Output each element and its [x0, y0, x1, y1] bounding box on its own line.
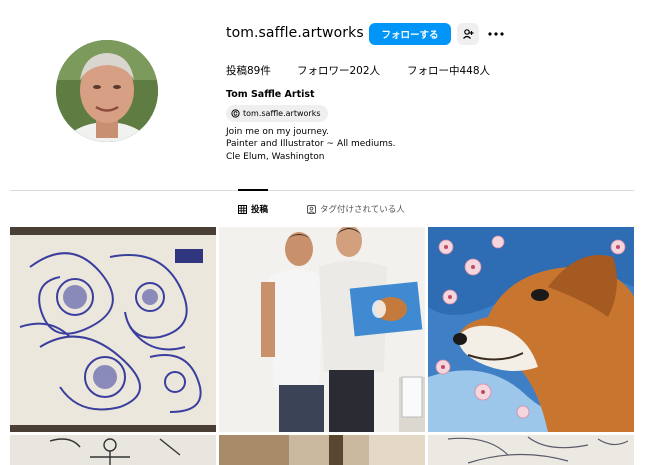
- more-options-button[interactable]: [486, 26, 506, 42]
- tab-posts-label: 投稿: [251, 205, 269, 215]
- bio-line: Join me on my journey.: [226, 127, 329, 137]
- post-pencil-sketch[interactable]: [428, 435, 634, 465]
- followers-link[interactable]: フォロワー202人: [297, 63, 407, 78]
- following-link[interactable]: フォロー中448人: [407, 63, 490, 78]
- post-photo-two-men[interactable]: [219, 227, 425, 432]
- grid-icon: [238, 204, 247, 214]
- follow-button[interactable]: フォローする: [369, 23, 451, 45]
- bio-line: Cle Elum, Washington: [226, 151, 325, 162]
- profile-stats: 投稿89件 フォロワー202人 フォロー中448人: [226, 63, 490, 78]
- profile-full-name: Tom Saffle Artist: [226, 89, 315, 100]
- suggested-accounts-button[interactable]: [457, 23, 479, 45]
- threads-link[interactable]: tom.saffle.artworks: [226, 105, 328, 122]
- tag-icon: [307, 204, 316, 214]
- profile-avatar[interactable]: [56, 40, 158, 142]
- profile-username: tom.saffle.artworks: [226, 25, 364, 41]
- post-ink-drawing[interactable]: [10, 227, 216, 432]
- post-dog-painting[interactable]: [428, 227, 634, 432]
- threads-handle: tom.saffle.artworks: [243, 109, 321, 118]
- more-dots-icon: [488, 32, 504, 36]
- post-sketch-figure[interactable]: [10, 435, 216, 465]
- bio-line: Painter and Illustrator ~ All mediums.: [226, 139, 396, 150]
- tab-tagged[interactable]: タグ付けされている人: [307, 203, 405, 215]
- tab-tagged-label: タグ付けされている人: [320, 205, 405, 215]
- post-interior-photo[interactable]: [219, 435, 425, 465]
- tabs-divider: [10, 190, 634, 191]
- profile-bio: Join me on my journey. Painter and Illus…: [226, 126, 396, 163]
- threads-icon: [231, 109, 240, 118]
- posts-count: 投稿89件: [226, 65, 271, 77]
- active-tab-indicator: [238, 189, 268, 191]
- tab-posts[interactable]: 投稿: [238, 203, 268, 215]
- add-person-icon: [463, 29, 474, 39]
